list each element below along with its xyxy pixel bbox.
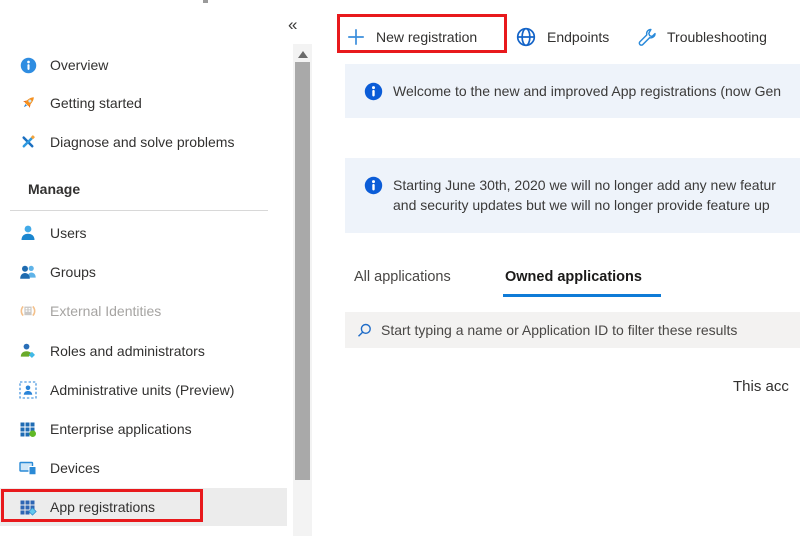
- admin-units-icon: [19, 381, 37, 399]
- sidebar-item-label: External Identities: [50, 303, 161, 319]
- sidebar-divider: [10, 210, 268, 211]
- endpoints-button[interactable]: Endpoints: [515, 23, 609, 51]
- info-icon: [364, 176, 383, 195]
- devices-icon: [19, 459, 37, 477]
- app-registrations-icon: [19, 498, 37, 516]
- rocket-icon: [19, 94, 37, 112]
- external-identities-icon: [19, 302, 37, 320]
- sidebar-item-label: Devices: [50, 460, 100, 476]
- scrollbar-up-arrow[interactable]: [293, 46, 312, 62]
- troubleshooting-label: Troubleshooting: [667, 29, 767, 45]
- sidebar-item-label: Groups: [50, 264, 96, 280]
- new-registration-button[interactable]: New registration: [346, 23, 477, 51]
- wrench-icon: [636, 27, 657, 48]
- empty-state-message: This acc: [733, 378, 789, 395]
- sidebar-item-app-registrations[interactable]: App registrations: [0, 488, 287, 526]
- sidebar-group-manage: Manage: [28, 181, 80, 197]
- up-triangle-icon: [298, 51, 308, 58]
- info-icon: [19, 56, 37, 74]
- clipped-title-fragment: [203, 0, 208, 3]
- search-icon: [357, 323, 372, 338]
- welcome-info-banner: Welcome to the new and improved App regi…: [345, 64, 800, 118]
- selected-tab-underline: [503, 294, 661, 297]
- sidebar-item-label: Administrative units (Preview): [50, 382, 234, 398]
- user-icon: [19, 224, 37, 242]
- group-icon: [19, 263, 37, 281]
- sidebar-item-groups[interactable]: Groups: [0, 253, 287, 291]
- app-registrations-page: Overview Getting started Diagnose and so…: [0, 0, 800, 536]
- tools-icon: [19, 133, 37, 151]
- sidebar-item-getting-started[interactable]: Getting started: [0, 84, 287, 122]
- sidebar-item-users[interactable]: Users: [0, 214, 287, 252]
- enterprise-apps-icon: [19, 420, 37, 438]
- sidebar-item-devices[interactable]: Devices: [0, 449, 287, 487]
- sidebar-item-label: Getting started: [50, 95, 142, 111]
- sidebar-item-label: Users: [50, 225, 87, 241]
- troubleshooting-button[interactable]: Troubleshooting: [636, 23, 767, 51]
- tab-all-applications[interactable]: All applications: [354, 269, 451, 285]
- application-filter-box: [345, 312, 800, 348]
- globe-icon: [515, 26, 537, 48]
- new-registration-label: New registration: [376, 29, 477, 45]
- endpoints-label: Endpoints: [547, 29, 609, 45]
- sidebar-item-label: Diagnose and solve problems: [50, 134, 234, 150]
- tab-owned-applications[interactable]: Owned applications: [505, 269, 642, 285]
- sidebar-item-admin-units[interactable]: Administrative units (Preview): [0, 371, 287, 409]
- sidebar-item-label: App registrations: [50, 499, 155, 515]
- sidebar-collapse-button[interactable]: «: [288, 16, 297, 33]
- welcome-banner-text: Welcome to the new and improved App regi…: [393, 83, 781, 99]
- plus-icon: [346, 27, 366, 47]
- deprecation-banner-line2: and security updates but we will no long…: [393, 195, 776, 215]
- sidebar-item-enterprise-apps[interactable]: Enterprise applications: [0, 410, 287, 448]
- sidebar-item-label: Roles and administrators: [50, 343, 205, 359]
- deprecation-banner-line1: Starting June 30th, 2020 we will no long…: [393, 175, 776, 195]
- sidebar-item-overview[interactable]: Overview: [0, 46, 287, 84]
- application-filter-input[interactable]: [381, 312, 800, 348]
- sidebar-item-label: Enterprise applications: [50, 421, 192, 437]
- sidebar-item-roles[interactable]: Roles and administrators: [0, 332, 287, 370]
- info-icon: [364, 82, 383, 101]
- deprecation-info-banner: Starting June 30th, 2020 we will no long…: [345, 158, 800, 233]
- roles-icon: [19, 342, 37, 360]
- sidebar-item-label: Overview: [50, 57, 108, 73]
- sidebar-item-external-identities[interactable]: External Identities: [0, 292, 287, 330]
- sidebar-scrollbar-thumb[interactable]: [295, 62, 310, 480]
- sidebar-item-diagnose[interactable]: Diagnose and solve problems: [0, 123, 287, 161]
